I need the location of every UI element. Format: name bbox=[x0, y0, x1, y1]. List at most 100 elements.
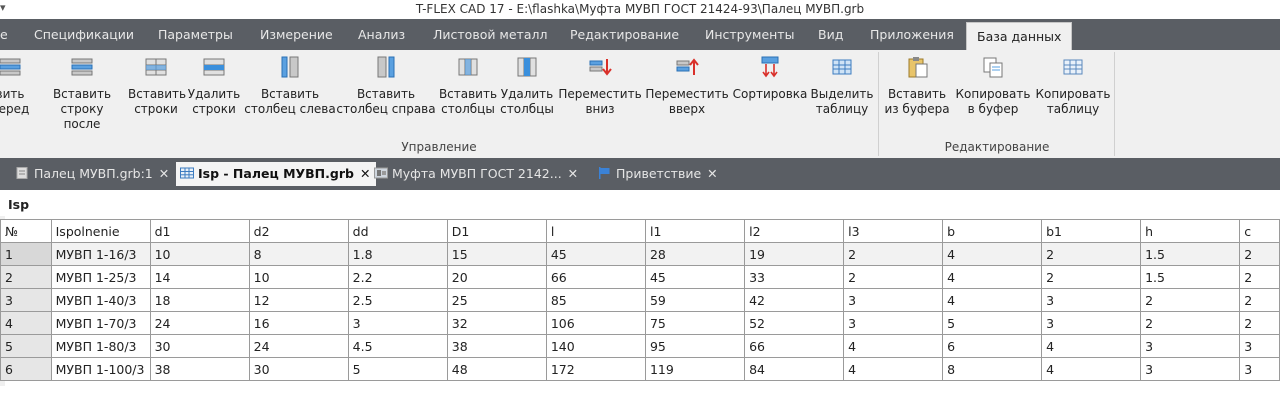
table-cell[interactable]: 5 bbox=[347, 357, 448, 381]
table-cell[interactable]: 2 bbox=[1239, 242, 1280, 266]
table-cell[interactable]: 2 bbox=[1140, 288, 1241, 312]
table-cell[interactable]: 2 bbox=[1140, 311, 1241, 335]
table-cell[interactable]: 2 bbox=[1239, 288, 1280, 312]
close-icon[interactable]: ✕ bbox=[707, 166, 717, 181]
column-header[interactable]: D1 bbox=[446, 219, 547, 243]
row-number-cell[interactable]: 6 bbox=[0, 357, 52, 381]
column-header[interactable]: dd bbox=[347, 219, 448, 243]
tab-parameters[interactable]: Параметры bbox=[158, 27, 233, 47]
table-cell[interactable]: 4 bbox=[843, 334, 944, 358]
column-header[interactable]: c bbox=[1239, 219, 1280, 243]
table-cell[interactable]: 85 bbox=[545, 288, 646, 312]
table-cell[interactable]: 30 bbox=[149, 334, 250, 358]
table-cell[interactable]: 33 bbox=[744, 265, 845, 289]
table-cell[interactable]: 45 bbox=[644, 265, 746, 289]
table-cell[interactable]: 19 bbox=[744, 242, 845, 266]
table-cell[interactable]: 2 bbox=[1239, 311, 1280, 335]
table-row[interactable]: 1 МУВП 1-16/3 10 8 1.8 15 45 28 19 2 4 2 1.5 2 bbox=[0, 242, 1280, 266]
table-cell[interactable]: 3 bbox=[1239, 334, 1280, 358]
table-cell[interactable]: 2 bbox=[1041, 265, 1142, 289]
table-cell[interactable]: 2 bbox=[843, 265, 944, 289]
table-cell[interactable]: 48 bbox=[446, 357, 547, 381]
tab-measurement[interactable]: Измерение bbox=[260, 27, 333, 47]
insert-columns-button[interactable]: Вставить столбцы bbox=[438, 50, 498, 117]
column-header[interactable]: d2 bbox=[248, 219, 349, 243]
tab-view[interactable]: Вид bbox=[818, 27, 843, 47]
table-cell[interactable]: 3 bbox=[1239, 357, 1280, 381]
table-cell[interactable]: 8 bbox=[248, 242, 349, 266]
column-header[interactable]: l bbox=[545, 219, 646, 243]
table-cell[interactable]: 24 bbox=[248, 334, 349, 358]
tab-editing[interactable]: Редактирование bbox=[570, 27, 679, 47]
table-cell[interactable]: 42 bbox=[744, 288, 845, 312]
table-cell[interactable]: 2 bbox=[1239, 265, 1280, 289]
tab-applications[interactable]: Приложения bbox=[870, 27, 954, 47]
row-number-cell[interactable]: 5 bbox=[0, 334, 52, 358]
doc-tab-drawing[interactable]: Палец МУВП.grb:1 ✕ bbox=[16, 164, 169, 184]
table-cell[interactable]: 14 bbox=[149, 265, 250, 289]
table-cell[interactable]: 3 bbox=[1140, 357, 1241, 381]
table-cell[interactable]: 2 bbox=[1041, 242, 1142, 266]
row-number-cell[interactable]: 2 bbox=[0, 265, 52, 289]
column-header[interactable]: l3 bbox=[843, 219, 944, 243]
table-cell[interactable]: 52 bbox=[744, 311, 845, 335]
paste-from-clipboard-button[interactable]: Вставить из буфера bbox=[884, 50, 950, 117]
table-row[interactable]: 6 МУВП 1-100/3 38 30 5 48 172 119 84 4 8 4 3 3 bbox=[0, 357, 1280, 381]
table-cell[interactable]: МУВП 1-100/3 bbox=[50, 357, 151, 381]
column-header[interactable]: Ispolnenie bbox=[50, 219, 151, 243]
table-cell[interactable]: 75 bbox=[644, 311, 746, 335]
table-cell[interactable]: 3 bbox=[347, 311, 448, 335]
table-cell[interactable]: 4 bbox=[942, 242, 1043, 266]
table-cell[interactable]: 20 bbox=[446, 265, 547, 289]
table-cell[interactable]: 3 bbox=[1140, 334, 1241, 358]
delete-columns-button[interactable]: Удалить столбцы bbox=[498, 50, 556, 117]
column-header[interactable]: b bbox=[942, 219, 1043, 243]
table-row[interactable]: 2 МУВП 1-25/3 14 10 2.2 20 66 45 33 2 4 2 1.5 2 bbox=[0, 265, 1280, 289]
column-header[interactable]: d1 bbox=[149, 219, 250, 243]
table-cell[interactable]: 140 bbox=[545, 334, 646, 358]
column-header[interactable]: l2 bbox=[744, 219, 845, 243]
tab-specifications[interactable]: Спецификации bbox=[34, 27, 134, 47]
table-cell[interactable]: 66 bbox=[545, 265, 646, 289]
table-cell[interactable]: 3 bbox=[1041, 311, 1142, 335]
table-cell[interactable]: 2 bbox=[843, 242, 944, 266]
table-cell[interactable]: 10 bbox=[248, 265, 349, 289]
table-cell[interactable]: 28 bbox=[644, 242, 746, 266]
table-cell[interactable]: 4 bbox=[942, 265, 1043, 289]
table-cell[interactable]: МУВП 1-80/3 bbox=[50, 334, 151, 358]
copy-table-button[interactable]: Копировать таблицу bbox=[1034, 50, 1112, 117]
table-cell[interactable]: 24 bbox=[149, 311, 250, 335]
table-cell[interactable]: 38 bbox=[149, 357, 250, 381]
tab-tools[interactable]: Инструменты bbox=[705, 27, 794, 47]
table-cell[interactable]: 59 bbox=[644, 288, 746, 312]
doc-tab-welcome[interactable]: Приветствие ✕ bbox=[598, 164, 718, 184]
row-number-cell[interactable]: 1 bbox=[0, 242, 52, 266]
tab-partial[interactable]: е bbox=[0, 27, 8, 47]
table-cell[interactable]: 45 bbox=[545, 242, 646, 266]
table-cell[interactable]: 3 bbox=[843, 311, 944, 335]
column-header[interactable]: b1 bbox=[1041, 219, 1142, 243]
doc-tab-assembly[interactable]: Муфта МУВП ГОСТ 2142... ✕ bbox=[374, 164, 578, 184]
table-cell[interactable]: 66 bbox=[744, 334, 845, 358]
select-table-button[interactable]: Выделить таблицу bbox=[810, 50, 874, 117]
table-cell[interactable]: 2.5 bbox=[347, 288, 448, 312]
table-cell[interactable]: 4 bbox=[942, 288, 1043, 312]
table-cell[interactable]: 6 bbox=[942, 334, 1043, 358]
column-header[interactable]: № bbox=[0, 219, 52, 243]
tab-database[interactable]: База данных bbox=[966, 22, 1073, 50]
table-cell[interactable]: 38 bbox=[446, 334, 547, 358]
table-cell[interactable]: 119 bbox=[644, 357, 746, 381]
table-cell[interactable]: 1.8 bbox=[347, 242, 448, 266]
table-cell[interactable]: 4.5 bbox=[347, 334, 448, 358]
table-cell[interactable]: МУВП 1-40/3 bbox=[50, 288, 151, 312]
sort-button[interactable]: Сортировка bbox=[730, 50, 810, 102]
close-icon[interactable]: ✕ bbox=[568, 166, 578, 181]
insert-rows-button[interactable]: Вставить строки bbox=[128, 50, 186, 117]
table-cell[interactable]: 3 bbox=[843, 288, 944, 312]
table-cell[interactable]: 4 bbox=[1041, 357, 1142, 381]
tab-analysis[interactable]: Анализ bbox=[358, 27, 405, 47]
table-cell[interactable]: МУВП 1-70/3 bbox=[50, 311, 151, 335]
table-cell[interactable]: 3 bbox=[1041, 288, 1142, 312]
table-cell[interactable]: 10 bbox=[149, 242, 250, 266]
insert-row-before-button[interactable]: вить перед bbox=[0, 50, 30, 117]
